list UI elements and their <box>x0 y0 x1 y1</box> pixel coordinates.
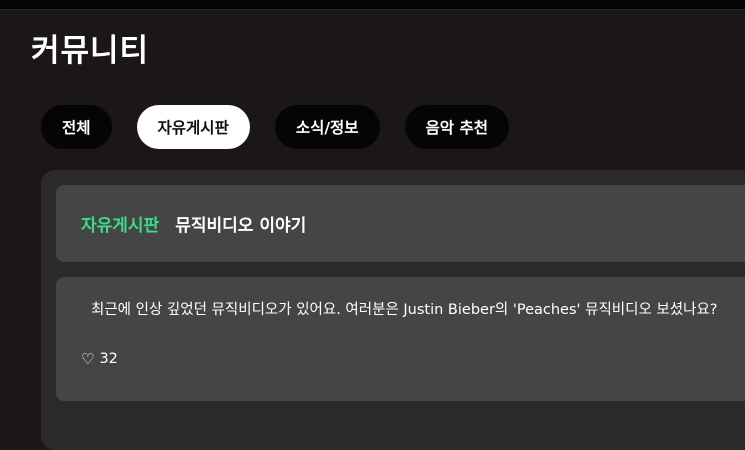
post-title: 뮤직비디오 이야기 <box>175 216 307 236</box>
board-tabs: 전체 자유게시판 소식/정보 음악 추천 <box>41 105 509 149</box>
tab-all[interactable]: 전체 <box>41 105 112 149</box>
tab-free-board[interactable]: 자유게시판 <box>136 105 250 149</box>
tab-news-info[interactable]: 소식/정보 <box>274 105 380 149</box>
post-category: 자유게시판 <box>81 216 160 236</box>
page-title: 커뮤니티 <box>31 33 150 69</box>
heart-outline-icon: ♡ <box>81 349 95 368</box>
like-button[interactable]: ♡ 32 <box>81 351 118 367</box>
tab-music-recommend[interactable]: 음악 추천 <box>404 105 509 149</box>
post-text: 최근에 인상 깊었던 뮤직비디오가 있어요. 여러분은 Justin Biebe… <box>91 302 718 318</box>
window-top-strip <box>0 0 745 10</box>
like-count: 32 <box>99 351 118 367</box>
post-header[interactable]: 자유게시판 뮤직비디오 이야기 <box>56 185 745 262</box>
post-body: 최근에 인상 깊었던 뮤직비디오가 있어요. 여러분은 Justin Biebe… <box>56 277 745 401</box>
